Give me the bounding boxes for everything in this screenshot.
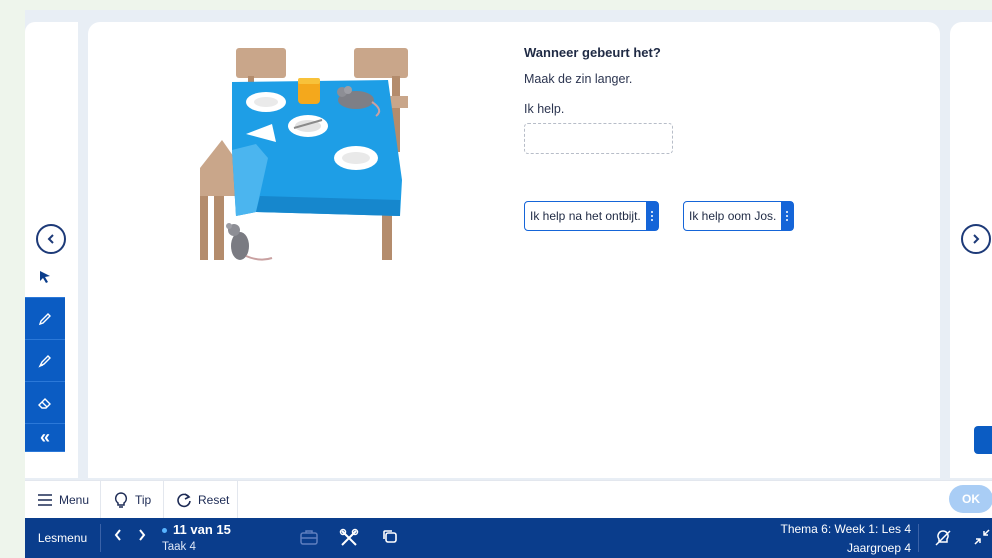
previous-page-button[interactable] (36, 224, 66, 254)
group-label: Jaargroep 4 (846, 541, 911, 555)
next-page-button[interactable] (961, 224, 991, 254)
chevron-right-icon (973, 234, 980, 244)
lightbulb-icon (114, 492, 128, 508)
hide-button[interactable] (933, 528, 953, 553)
tools-button[interactable] (339, 528, 359, 553)
table-mice-illustration (200, 48, 408, 261)
copy-button[interactable] (381, 528, 399, 551)
briefcase-icon (300, 530, 318, 545)
menu-icon (38, 494, 52, 506)
menu-button[interactable]: Menu (37, 481, 89, 519)
drag-handle-icon[interactable] (781, 202, 794, 230)
ok-button[interactable]: OK (949, 485, 992, 513)
hide-icon (935, 530, 951, 546)
pencil-icon (38, 312, 51, 325)
briefcase-button[interactable] (299, 528, 319, 551)
chevron-left-icon (114, 529, 121, 541)
lesson-week-label: Thema 6: Week 1: Les 4 (780, 522, 911, 536)
eraser-icon (38, 397, 51, 409)
eraser-tool-button[interactable] (25, 382, 65, 424)
question-title: Wanneer gebeurt het? (524, 45, 661, 60)
drag-handle-icon[interactable] (645, 202, 658, 230)
base-sentence: Ik help. (524, 102, 565, 116)
double-chevron-left-icon: « (39, 427, 50, 447)
answer-option-label: Ik help oom Jos. (689, 209, 777, 223)
marker-tool-button[interactable] (25, 340, 65, 382)
pencil-tool-button[interactable] (25, 298, 65, 340)
drawing-tools: « (25, 256, 65, 454)
instruction-text: Maak de zin langer. (524, 72, 633, 86)
collapse-icon (974, 529, 990, 545)
chevron-right-icon (139, 529, 146, 541)
exercise-toolbar: Menu Tip Reset (25, 480, 992, 519)
menu-label: Menu (59, 493, 90, 507)
answer-drop-zone[interactable] (524, 123, 673, 154)
next-task-button[interactable] (137, 528, 147, 547)
pointer-icon (40, 270, 50, 283)
answer-option-2[interactable]: Ik help oom Jos. (683, 201, 795, 231)
previous-task-button[interactable] (113, 528, 123, 547)
tools-icon (339, 528, 359, 546)
lesson-navigation-bar: Lesmenu 11 van 15 Taak 4 Thema 6: Week 1… (25, 518, 992, 558)
reset-icon (177, 493, 191, 508)
chevron-left-icon (47, 234, 54, 244)
task-name: Taak 4 (162, 541, 196, 553)
collapse-tools-button[interactable]: « (25, 424, 65, 452)
tip-button[interactable]: Tip (113, 481, 151, 519)
progress-dot (162, 528, 167, 533)
task-progress: 11 van 15 (173, 522, 231, 537)
collapse-view-button[interactable] (973, 528, 991, 551)
copy-icon (383, 530, 397, 543)
reset-label: Reset (198, 493, 230, 507)
answer-option-1[interactable]: Ik help na het ontbijt. (524, 201, 659, 231)
tip-label: Tip (135, 493, 152, 507)
answer-option-label: Ik help na het ontbijt. (530, 209, 641, 223)
right-panel-toggle-button[interactable] (974, 426, 992, 454)
pointer-tool-button[interactable] (25, 256, 65, 298)
reset-button[interactable]: Reset (176, 481, 229, 519)
marker-icon (38, 354, 51, 368)
lesmenu-button[interactable]: Lesmenu (25, 518, 100, 558)
